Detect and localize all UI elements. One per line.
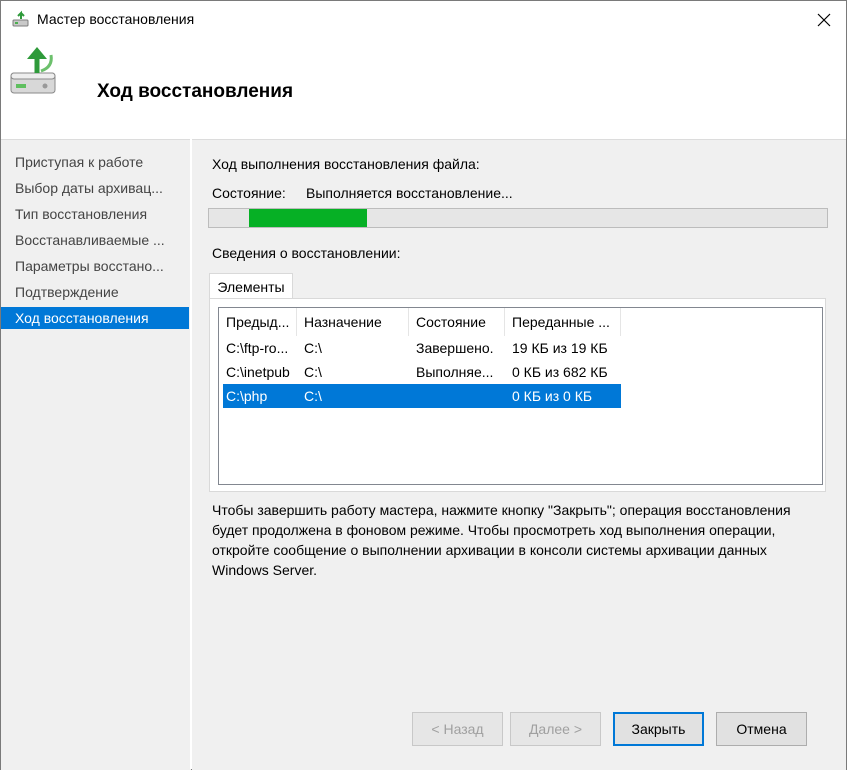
restore-wizard-window: Мастер восстановления Ход восстановления… [0,0,847,770]
column-header-destination[interactable]: Назначение [297,308,409,336]
tab-items[interactable]: Элементы [209,273,293,299]
back-button[interactable]: < Назад [412,712,503,746]
cell-state [413,384,507,408]
items-tab-panel: Предыд... Назначение Состояние Переданны… [209,298,826,492]
sidebar-item-getting-started[interactable]: Приступая к работе [1,151,189,173]
cell-source: C:\ftp-ro... [226,340,289,356]
sidebar-item-recovery-progress[interactable]: Ход восстановления [1,307,189,329]
cell-transferred: 0 КБ из 0 КБ [512,388,593,404]
next-button[interactable]: Далее > [510,712,601,746]
items-list-view[interactable]: Предыд... Назначение Состояние Переданны… [218,307,823,485]
close-button[interactable]: Закрыть [613,712,704,746]
progress-fill [249,209,367,227]
sidebar-item-select-backup-date[interactable]: Выбор даты архивац... [1,177,189,199]
cell-transferred: 19 КБ из 19 КБ [512,340,608,356]
progress-heading: Ход выполнения восстановления файла: [212,156,480,172]
status-label: Состояние: [212,185,286,201]
details-heading: Сведения о восстановлении: [212,245,401,261]
wizard-steps-sidebar: Приступая к работе Выбор даты архивац...… [1,139,191,770]
restore-wizard-icon [11,10,31,30]
cell-destination: C:\ [304,340,322,356]
column-header-state[interactable]: Состояние [409,308,505,336]
column-header-source[interactable]: Предыд... [219,308,297,336]
status-value: Выполняется восстановление... [306,185,513,201]
cell-destination: C:\ [304,364,322,380]
backup-restore-icon [7,45,65,99]
cell-state: Выполняе... [416,364,494,380]
sidebar-item-confirmation[interactable]: Подтверждение [1,281,189,303]
wizard-content: Ход выполнения восстановления файла: Сос… [192,139,846,770]
cancel-button[interactable]: Отмена [716,712,807,746]
info-text: Чтобы завершить работу мастера, нажмите … [212,502,791,578]
list-header: Предыд... Назначение Состояние Переданны… [219,308,822,336]
sidebar-item-recovery-type[interactable]: Тип восстановления [1,203,189,225]
table-row-selected[interactable]: C:\php C:\ 0 КБ из 0 КБ [223,384,621,408]
table-row[interactable]: C:\ftp-ro... C:\ Завершено. 19 КБ из 19 … [223,336,621,360]
restore-progress-bar [208,208,828,228]
table-row[interactable]: C:\inetpub C:\ Выполняе... 0 КБ из 682 К… [223,360,621,384]
sidebar-item-recovery-options[interactable]: Параметры восстано... [1,255,189,277]
cell-source: C:\inetpub [226,364,290,380]
sidebar-item-items-to-recover[interactable]: Восстанавливаемые ... [1,229,189,251]
window-title: Мастер восстановления [37,11,195,27]
cell-state: Завершено. [416,340,494,356]
cell-source: C:\php [226,388,268,404]
button-separator [192,686,846,687]
cell-transferred: 0 КБ из 682 КБ [512,364,608,380]
column-header-transferred[interactable]: Переданные ... [505,308,621,336]
close-icon [817,13,831,27]
page-title: Ход восстановления [97,81,294,102]
title-bar[interactable]: Мастер восстановления [1,1,846,39]
wizard-header: Ход восстановления [1,39,846,139]
cell-destination: C:\ [304,388,322,404]
close-window-button[interactable] [806,5,842,35]
